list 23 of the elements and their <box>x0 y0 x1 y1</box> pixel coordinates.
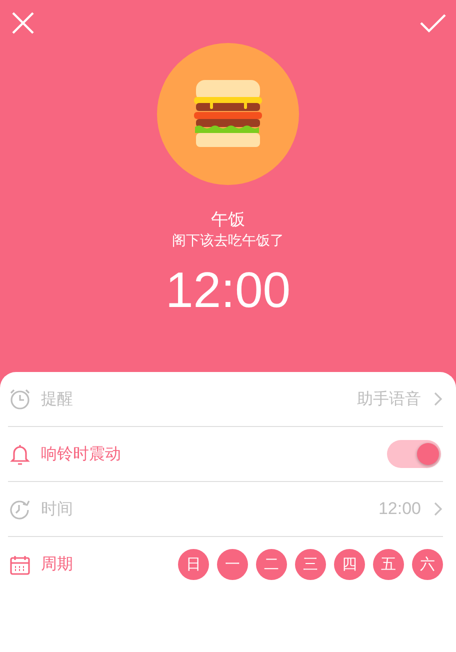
weekday-toggle[interactable]: 一 <box>217 549 248 580</box>
row-label: 时间 <box>41 498 74 520</box>
alarm-time: 12:00 <box>165 261 291 320</box>
chevron-right-icon <box>433 391 443 407</box>
toggle-switch[interactable] <box>387 440 441 468</box>
row-value: 12:00 <box>378 499 421 519</box>
meal-subtitle: 阁下该去吃午饭了 <box>172 232 284 250</box>
bell-icon <box>8 442 32 466</box>
close-button[interactable] <box>10 10 36 36</box>
weekday-toggle[interactable]: 五 <box>373 549 404 580</box>
row-label: 周期 <box>41 554 74 575</box>
row-label: 响铃时震动 <box>41 444 122 464</box>
weekday-toggle[interactable]: 日 <box>178 549 209 580</box>
burger-icon <box>194 80 262 148</box>
row-label: 提醒 <box>41 388 74 410</box>
meal-title: 午饭 <box>211 209 245 231</box>
weekday-toggle[interactable]: 三 <box>295 549 326 580</box>
chevron-right-icon <box>433 501 443 517</box>
weekday-toggle[interactable]: 二 <box>256 549 287 580</box>
alarm-clock-icon <box>8 387 32 411</box>
weekday-toggle[interactable]: 六 <box>412 549 443 580</box>
row-value: 助手语音 <box>357 388 421 410</box>
weekday-toggle[interactable]: 四 <box>334 549 365 580</box>
